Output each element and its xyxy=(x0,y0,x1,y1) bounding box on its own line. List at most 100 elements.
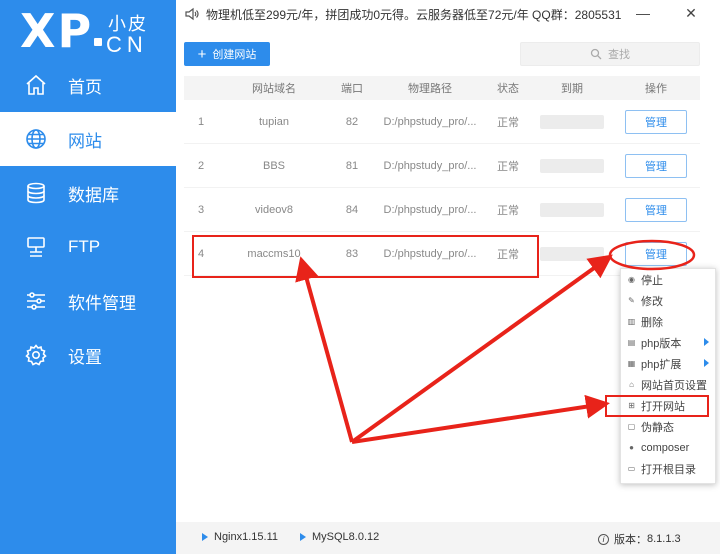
row-op: 管理 xyxy=(612,197,700,222)
menu-item-edit[interactable]: ✎ 修改 xyxy=(621,290,715,311)
expire-value xyxy=(540,246,604,261)
logo-xp: XP xyxy=(20,4,94,58)
search-icon xyxy=(590,48,602,60)
menu-item-open-site[interactable]: ⊞ 打开网站 xyxy=(621,395,715,416)
info-icon: i xyxy=(598,533,609,545)
stop-icon: ◉ xyxy=(628,275,635,284)
row-path: D:/phpstudy_pro/... xyxy=(383,159,477,172)
logo-cn-bottom: CN xyxy=(106,32,148,57)
row-port: 82 xyxy=(345,115,359,128)
menu-item-php-extension[interactable]: ▦ php扩展 xyxy=(621,353,715,374)
table-row: 2 BBS 81 D:/phpstudy_pro/... 正常 管理 xyxy=(184,144,700,188)
extension-icon: ▦ xyxy=(627,359,636,368)
sidebar-item-label: 设置 xyxy=(68,347,102,367)
sliders-icon xyxy=(24,289,48,313)
arrow-to-manage xyxy=(350,254,613,444)
mysql-label: MySQL8.0.12 xyxy=(312,531,380,543)
sidebar-item-software[interactable]: 软件管理 xyxy=(0,274,176,328)
row-no: 2 xyxy=(198,159,205,172)
row-path: D:/phpstudy_pro/... xyxy=(383,203,477,216)
sidebar: XP 小皮 CN 首页 网站 数据库 FTP 软件管理 设置 xyxy=(0,0,176,554)
app-logo: XP 小皮 CN xyxy=(20,4,170,58)
table-row: 3 videov8 84 D:/phpstudy_pro/... 正常 管理 xyxy=(184,188,700,232)
trash-icon: ▥ xyxy=(627,317,636,326)
row-status: 正常 xyxy=(497,204,519,217)
gear-icon xyxy=(24,343,48,367)
row-no: 1 xyxy=(198,115,205,128)
row-name: tupian xyxy=(259,115,289,128)
nginx-status[interactable]: Nginx1.15.11 xyxy=(202,531,278,543)
row-name: BBS xyxy=(262,159,285,172)
ftp-icon xyxy=(24,235,48,259)
manage-button[interactable]: 管理 xyxy=(625,153,687,178)
sidebar-item-label: 首页 xyxy=(68,77,102,97)
expire-value xyxy=(540,158,604,173)
sidebar-item-website[interactable]: 网站 xyxy=(0,112,176,166)
menu-item-homepage-settings[interactable]: ⌂ 网站首页设置 xyxy=(621,374,715,395)
menu-item-delete[interactable]: ▥ 删除 xyxy=(621,311,715,332)
header-port: 端口 xyxy=(341,83,363,95)
speaker-icon xyxy=(184,6,200,22)
manage-button[interactable]: 管理 xyxy=(625,241,687,266)
rewrite-icon: ▢ xyxy=(627,422,636,431)
version-label: 版本： xyxy=(614,534,647,546)
table-row: 1 tupian 82 D:/phpstudy_pro/... 正常 管理 xyxy=(184,100,700,144)
create-website-label: 创建网站 xyxy=(212,49,257,61)
sidebar-item-label: FTP xyxy=(68,237,101,256)
promo-notice[interactable]: 物理机低至299元/年，拼团成功0元得。云服务器低至72元/年 QQ群：2805… xyxy=(206,6,621,23)
row-port: 83 xyxy=(345,247,359,260)
header-expire: 到期 xyxy=(561,83,583,95)
menu-item-open-root[interactable]: ▭ 打开根目录 xyxy=(621,458,715,479)
row-expire xyxy=(532,202,612,217)
search-input[interactable]: 查找 xyxy=(520,42,700,66)
row-expire xyxy=(532,158,612,173)
create-website-button[interactable]: + 创建网站 xyxy=(184,42,270,66)
row-op: 管理 xyxy=(612,153,700,178)
sidebar-item-settings[interactable]: 设置 xyxy=(0,328,176,382)
table-header: # 网站域名 端口 物理路径 状态 到期 操作 xyxy=(184,76,700,100)
sidebar-item-ftp[interactable]: FTP xyxy=(0,220,176,274)
row-port: 81 xyxy=(345,159,359,172)
sidebar-item-database[interactable]: 数据库 xyxy=(0,166,176,220)
database-icon xyxy=(24,181,48,205)
close-button[interactable]: ✕ xyxy=(682,4,700,22)
menu-item-label: php扩展 xyxy=(641,358,682,371)
menu-item-label: 伪静态 xyxy=(641,421,674,434)
manage-button[interactable]: 管理 xyxy=(625,197,687,222)
composer-icon: ● xyxy=(629,443,634,452)
menu-item-php-version[interactable]: ▤ php版本 xyxy=(621,332,715,353)
menu-item-label: 修改 xyxy=(641,295,663,308)
sidebar-item-label: 网站 xyxy=(68,131,102,151)
arrow-to-open-site xyxy=(351,394,610,444)
row-port: 84 xyxy=(345,203,359,216)
play-icon xyxy=(300,533,306,541)
plus-icon: + xyxy=(197,45,207,63)
nginx-label: Nginx1.15.11 xyxy=(214,531,279,543)
version-value: 8.1.1.3 xyxy=(647,533,681,545)
row-expire xyxy=(532,246,612,261)
minimize-button[interactable]: — xyxy=(634,4,652,22)
play-icon xyxy=(202,533,208,541)
row-path: D:/phpstudy_pro/... xyxy=(383,247,477,260)
edit-icon: ✎ xyxy=(628,296,635,305)
status-bar: Nginx1.15.11 MySQL8.0.12 i 版本： 8.1.1.3 xyxy=(176,522,720,554)
menu-item-label: 打开根目录 xyxy=(641,463,696,476)
menu-item-label: 打开网站 xyxy=(641,400,685,413)
expire-value xyxy=(540,114,604,129)
row-status: 正常 xyxy=(497,160,519,173)
menu-item-label: 删除 xyxy=(641,316,663,329)
manage-button[interactable]: 管理 xyxy=(625,109,687,134)
menu-item-rewrite[interactable]: ▢ 伪静态 xyxy=(621,416,715,437)
menu-item-stop[interactable]: ◉ 停止 xyxy=(621,269,715,290)
row-op: 管理 xyxy=(612,241,700,266)
submenu-arrow-icon xyxy=(704,338,709,346)
sidebar-item-home[interactable]: 首页 xyxy=(0,58,176,112)
globe-icon xyxy=(24,127,48,151)
search-placeholder: 查找 xyxy=(608,49,630,61)
row-name: videov8 xyxy=(255,203,293,216)
mysql-status[interactable]: MySQL8.0.12 xyxy=(300,531,379,543)
menu-item-composer[interactable]: ● composer xyxy=(621,437,715,458)
arrow-to-domain xyxy=(295,256,354,443)
version-info: i 版本： 8.1.1.3 xyxy=(598,531,681,547)
menu-item-label: php版本 xyxy=(641,337,682,350)
